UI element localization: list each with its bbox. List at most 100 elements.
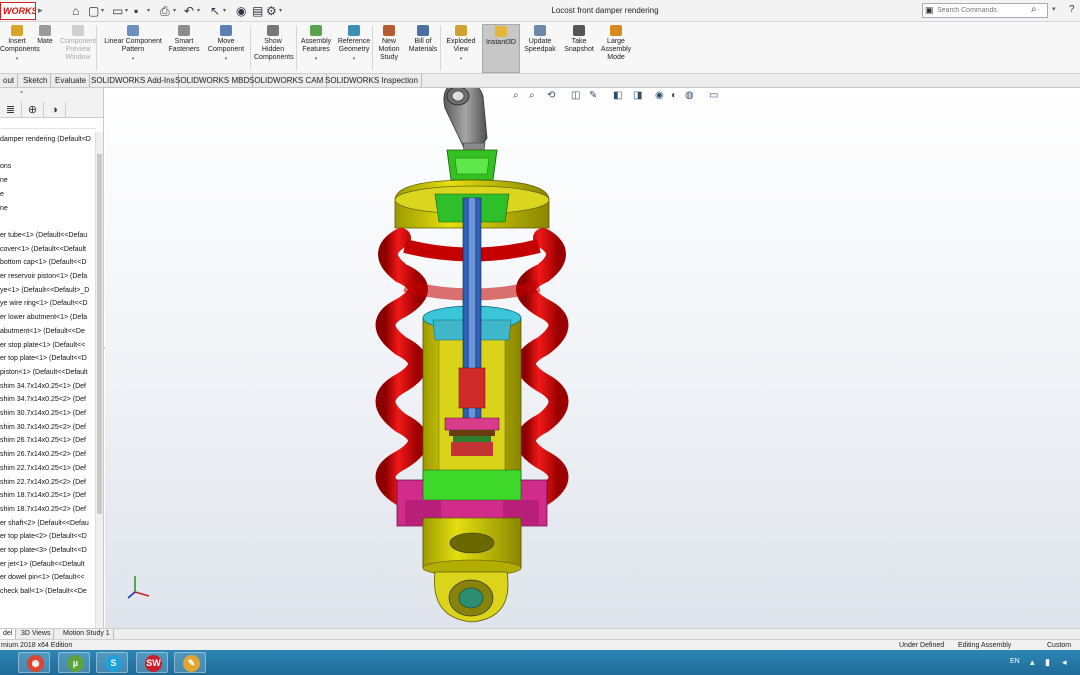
windows-taskbar: EN ▴ ▮ ◂ ◉ µ S SW ✎ <box>0 650 1080 675</box>
reference-geometry-button[interactable]: Reference Geometry ▾ <box>336 24 372 72</box>
search-commands-icon: ▣ <box>925 5 934 15</box>
command-tab[interactable]: SOLIDWORKS Add-Ins <box>88 74 179 87</box>
search-commands-input[interactable] <box>937 5 1032 16</box>
piston-shim-stack[interactable] <box>444 417 500 456</box>
damper-assembly-model[interactable] <box>105 88 1080 628</box>
feature-tree-item[interactable]: shim 30.7x14x0.25<2> (Def <box>0 424 86 431</box>
chrome-button[interactable]: ◉ <box>18 652 50 673</box>
dropdown-caret-icon[interactable]: ▾ <box>205 55 247 63</box>
feature-tree-item[interactable]: er top plate<3> (Default<<D <box>0 547 87 554</box>
feature-tree-item[interactable]: shim 34.7x14x0.25<1> (Def <box>0 383 86 390</box>
skype-button[interactable]: S <box>96 652 128 673</box>
command-tab[interactable]: SOLIDWORKS MBD <box>172 74 254 87</box>
feature-tree-item[interactable]: ye<1> (Default<<Default>_D <box>0 287 89 294</box>
feature-tree-item[interactable]: er lower abutment<1> (Defa <box>0 314 87 321</box>
feature-tree-scrollbar[interactable] <box>95 132 103 628</box>
bottom-view-tab[interactable]: 3D Views <box>18 629 55 639</box>
feature-tree-item[interactable]: e <box>0 191 4 198</box>
new-motion-study-button[interactable]: New Motion Study <box>375 24 403 72</box>
feature-tree-item[interactable]: shim 26.7x14x0.25<1> (Def <box>0 437 86 444</box>
take-snapshot-button[interactable]: Take Snapshot <box>561 24 597 72</box>
command-tab[interactable]: out <box>0 74 19 87</box>
feature-tree-item[interactable]: er stop plate<1> (Default<< <box>0 342 85 349</box>
dropdown-caret-icon[interactable]: ▾ <box>336 55 372 63</box>
linear-component-pattern-button[interactable]: Linear Component Pattern ▾ <box>102 24 164 72</box>
bottom-view-tab[interactable]: del <box>0 629 17 639</box>
feature-tree-item[interactable]: ons <box>0 163 11 170</box>
feature-tree-item[interactable]: shim 30.7x14x0.25<1> (Def <box>0 410 86 417</box>
assembly-features-button[interactable]: Assembly Features ▾ <box>298 24 334 72</box>
command-tab[interactable]: Evaluate <box>52 74 91 87</box>
feature-tree-item[interactable]: shim 22.7x14x0.25<2> (Def <box>0 479 86 486</box>
dropdown-caret-icon[interactable]: ▾ <box>298 55 334 63</box>
instant3d-button[interactable]: Instant3D <box>482 24 520 73</box>
ribbon-button-label: Mode <box>607 54 625 61</box>
graphics-area[interactable]: ⌕ ⌕ ⟲ ◫ ✎ ◧ ◨ ◉ ◐ ◍ ▭ <box>105 88 1080 628</box>
help-icon[interactable]: ? <box>1069 4 1075 15</box>
feature-tree-item[interactable]: shim 34.7x14x0.25<2> (Def <box>0 396 86 403</box>
utorrent-button[interactable]: µ <box>58 652 90 673</box>
ribbon-button-label: Features <box>302 46 330 53</box>
scrollbar-thumb[interactable] <box>97 154 102 514</box>
language-indicator[interactable]: EN <box>1010 658 1020 665</box>
tray-network-icon[interactable]: ▮ <box>1045 657 1050 668</box>
feature-tree-item[interactable]: shim 18.7x14x0.25<2> (Def <box>0 506 86 513</box>
feature-tree-item[interactable]: damper rendering (Default<D <box>0 136 91 143</box>
command-tab[interactable]: SOLIDWORKS CAM <box>246 74 328 87</box>
feature-tree-item[interactable]: bottom cap<1> (Default<<D <box>0 259 86 266</box>
search-dropdown-icon[interactable]: ▾ <box>1052 5 1056 13</box>
feature-tree-item[interactable]: abutment<1> (Default<<De <box>0 328 85 335</box>
feature-tree-item[interactable]: shim 26.7x14x0.25<2> (Def <box>0 451 86 458</box>
feature-tree-item[interactable]: er tube<1> (Default<<Defau <box>0 232 87 239</box>
feature-tree-item[interactable]: er shaft<2> (Default<<Defau <box>0 520 89 527</box>
command-tab[interactable]: Sketch <box>20 74 52 87</box>
tray-volume-icon[interactable]: ◂ <box>1062 657 1067 668</box>
feature-tree-item[interactable]: er top plate<2> (Default<<D <box>0 533 87 540</box>
bottom-view-tab[interactable]: Motion Study 1 <box>60 629 114 639</box>
feature-tree-item[interactable]: er jet<1> (Default<<Default <box>0 561 84 568</box>
bill-of-materials-button[interactable]: Bill of Materials <box>406 24 440 72</box>
solidworks-taskbar-button[interactable]: SW <box>136 652 168 673</box>
piston-rod[interactable] <box>458 197 486 419</box>
rod-end-eye[interactable] <box>443 88 488 159</box>
paint-button[interactable]: ✎ <box>174 652 206 673</box>
smart-fasteners-button[interactable]: Smart Fasteners <box>166 24 202 72</box>
search-icon[interactable]: ⌕ <box>1031 4 1037 15</box>
configuration-manager-tab-icon[interactable]: ⊕ <box>22 102 44 118</box>
units-status[interactable]: Custom <box>1047 641 1071 650</box>
feature-tree-item[interactable]: er top plate<1> (Default<<D <box>0 355 87 362</box>
bottom-cap[interactable] <box>422 517 522 577</box>
feature-manager-tab-icon[interactable]: ≣ <box>0 102 22 118</box>
insert-components-button[interactable]: Insert Components ▾ <box>0 24 40 72</box>
bottom-eye[interactable] <box>434 571 509 623</box>
feature-tree-item[interactable]: er dowel pin<1> (Default<< <box>0 574 84 581</box>
feature-tree-item[interactable]: cover<1> (Default<<Default <box>0 246 86 253</box>
component-preview-button[interactable]: Component Preview Window <box>56 24 100 72</box>
large-assembly-mode-button[interactable]: Large Assembly Mode <box>598 24 634 72</box>
feature-tree-item[interactable]: ne <box>0 205 8 212</box>
show-hidden-components-button[interactable]: Show Hidden Components <box>254 24 294 72</box>
ribbon-button-label: Assembly <box>600 46 632 53</box>
feature-tree-item[interactable]: piston<1> (Default<<Default <box>0 369 88 376</box>
feature-tree-filter-row[interactable] <box>0 119 96 129</box>
ribbon-button-label: Large <box>607 38 625 45</box>
lower-spring-seat[interactable] <box>396 469 548 527</box>
move-component-button[interactable]: Move Component ▾ <box>205 24 247 72</box>
mate-button[interactable]: Mate <box>36 24 54 72</box>
feature-tree-item[interactable]: er reservoir piston<1> (Defa <box>0 273 87 280</box>
display-manager-tab-icon[interactable]: ◑ <box>44 102 66 118</box>
command-tab[interactable]: SOLIDWORKS Inspection <box>322 74 422 87</box>
panel-handle-icon[interactable]: ⚬ <box>19 89 24 96</box>
tray-chevron-icon[interactable]: ▴ <box>1030 657 1035 668</box>
dropdown-caret-icon[interactable]: ▾ <box>0 55 34 63</box>
update-speedpak-button[interactable]: Update Speedpak <box>522 24 558 72</box>
search-commands-box[interactable]: ▣ ⌕ <box>922 3 1048 18</box>
exploded-view-button[interactable]: Exploded View ▾ <box>443 24 479 72</box>
feature-tree-item[interactable]: shim 18.7x14x0.25<1> (Def <box>0 492 86 499</box>
feature-tree-item[interactable]: shim 22.7x14x0.25<1> (Def <box>0 465 86 472</box>
feature-tree-item[interactable]: ye wire ring<1> (Default<<D <box>0 300 88 307</box>
dropdown-caret-icon[interactable]: ▾ <box>443 55 479 63</box>
dropdown-caret-icon[interactable]: ▾ <box>102 55 164 63</box>
feature-tree-item[interactable]: check ball<1> (Default<<De <box>0 588 87 595</box>
feature-tree-item[interactable]: ne <box>0 177 8 184</box>
